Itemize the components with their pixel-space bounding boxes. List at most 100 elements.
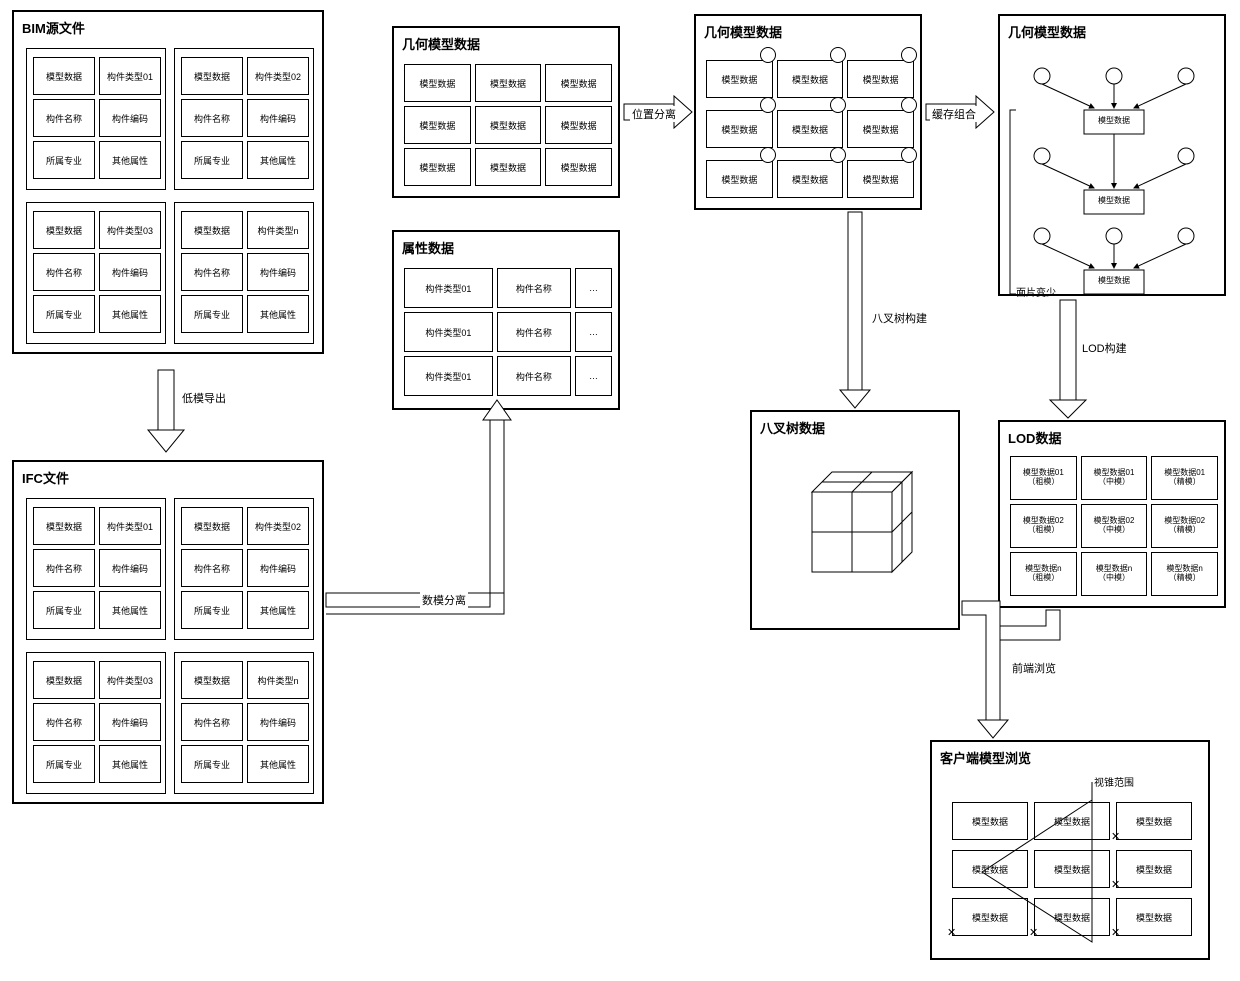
bim-panel-3: 模型数据 构件类型03 构件名称 构件编码 所属专业 其他属性 <box>26 202 166 344</box>
cell: 模型数据02 （精模） <box>1151 504 1218 548</box>
arrow-octree-build-icon <box>840 212 870 408</box>
ifc-panel-2: 模型数据 构件类型02 构件名称 构件编码 所属专业 其他属性 <box>174 498 314 640</box>
cell: 构件类型03 <box>99 661 161 699</box>
node-icon <box>760 147 776 163</box>
node-icon <box>901 147 917 163</box>
arrow-pos-sep-label: 位置分离 <box>630 106 678 122</box>
cell: 模型数据n （粗模） <box>1010 552 1077 596</box>
cell: 构件类型01 <box>99 57 161 95</box>
cell: 模型数据 <box>181 661 243 699</box>
cell: 构件编码 <box>99 253 161 291</box>
node-icon <box>830 147 846 163</box>
cell: 构件编码 <box>99 703 161 741</box>
cell: 其他属性 <box>247 745 309 783</box>
bim-panel-4-grid: 模型数据 构件类型n 构件名称 构件编码 所属专业 其他属性 <box>181 211 309 333</box>
cell: 构件名称 <box>181 253 243 291</box>
cell: 构件名称 <box>181 99 243 137</box>
node-icon <box>901 47 917 63</box>
cell: 模型数据 <box>847 160 914 198</box>
attr-grid: 构件类型01 构件名称 … 构件类型01 构件名称 … 构件类型01 构件名称 … <box>404 268 612 396</box>
cell: … <box>575 268 612 308</box>
cell: 模型数据 <box>33 57 95 95</box>
cell: 构件编码 <box>247 253 309 291</box>
cell: 模型数据 <box>404 64 471 102</box>
cell: 模型数据02 （中模） <box>1081 504 1148 548</box>
cell: 构件名称 <box>33 703 95 741</box>
geo3-tree-icon <box>1000 16 1228 298</box>
cell: 构件名称 <box>497 312 571 352</box>
cell: 其他属性 <box>247 591 309 629</box>
geo1-box: 几何模型数据 模型数据 模型数据 模型数据 模型数据 模型数据 模型数据 模型数… <box>392 26 620 198</box>
geo1-title: 几何模型数据 <box>394 28 618 55</box>
lod-grid: 模型数据01 （粗模） 模型数据01 （中模） 模型数据01 （精模） 模型数据… <box>1010 456 1218 596</box>
bim-panel-2-grid: 模型数据 构件类型02 构件名称 构件编码 所属专业 其他属性 <box>181 57 309 179</box>
cell: 构件类型03 <box>99 211 161 249</box>
cell: 其他属性 <box>99 591 161 629</box>
bim-panel-1-grid: 模型数据 构件类型01 构件名称 构件编码 所属专业 其他属性 <box>33 57 161 179</box>
cell: 模型数据 <box>33 211 95 249</box>
cell: 模型数据n （精模） <box>1151 552 1218 596</box>
ifc-panel-1-grid: 模型数据 构件类型01 构件名称 构件编码 所属专业 其他属性 <box>33 507 161 629</box>
cell: 其他属性 <box>99 745 161 783</box>
attr-title: 属性数据 <box>394 232 618 259</box>
cell: 构件名称 <box>497 268 571 308</box>
cell: 模型数据n （中模） <box>1081 552 1148 596</box>
node-icon <box>830 47 846 63</box>
cell: 构件名称 <box>33 253 95 291</box>
cell: 模型数据 <box>847 110 914 148</box>
arrow-frontend-view-label: 前端浏览 <box>1010 660 1058 676</box>
bim-panel-3-grid: 模型数据 构件类型03 构件名称 构件编码 所属专业 其他属性 <box>33 211 161 333</box>
octree-box: 八叉树数据 <box>750 410 960 630</box>
frustum-icon <box>932 742 1212 962</box>
octree-title: 八叉树数据 <box>752 412 958 439</box>
cell: 模型数据 <box>777 110 844 148</box>
cell: 模型数据 <box>545 148 612 186</box>
arrow-cache-combine-label: 缓存组合 <box>930 106 978 122</box>
cell: 模型数据 <box>847 60 914 98</box>
ifc-panel-3-grid: 模型数据 构件类型03 构件名称 构件编码 所属专业 其他属性 <box>33 661 161 783</box>
cell: 其他属性 <box>247 295 309 333</box>
cell: 构件名称 <box>33 549 95 587</box>
cell: 构件名称 <box>33 99 95 137</box>
cell: 所属专业 <box>33 295 95 333</box>
bim-panel-1: 模型数据 构件类型01 构件名称 构件编码 所属专业 其他属性 <box>26 48 166 190</box>
bim-panel-4: 模型数据 构件类型n 构件名称 构件编码 所属专业 其他属性 <box>174 202 314 344</box>
ifc-panel-1: 模型数据 构件类型01 构件名称 构件编码 所属专业 其他属性 <box>26 498 166 640</box>
geo2-grid: 模型数据 模型数据 模型数据 模型数据 模型数据 模型数据 模型数据 模型数据 … <box>706 60 914 198</box>
ifc-box: IFC文件 模型数据 构件类型01 构件名称 构件编码 所属专业 其他属性 模型… <box>12 460 324 804</box>
cell: 构件类型02 <box>247 57 309 95</box>
lod-box: LOD数据 模型数据01 （粗模） 模型数据01 （中模） 模型数据01 （精模… <box>998 420 1226 608</box>
cell: 模型数据 <box>404 148 471 186</box>
geo2-box: 几何模型数据 模型数据 模型数据 模型数据 模型数据 模型数据 模型数据 模型数… <box>694 14 922 210</box>
ifc-panel-2-grid: 模型数据 构件类型02 构件名称 构件编码 所属专业 其他属性 <box>181 507 309 629</box>
cell: 其他属性 <box>247 141 309 179</box>
geo3-node-3: 模型数据 <box>1086 275 1142 286</box>
arrow-low-export-icon <box>148 370 184 452</box>
cell: 模型数据 <box>545 64 612 102</box>
cell: 其他属性 <box>99 141 161 179</box>
frustum-label: 视锥范围 <box>1094 774 1134 789</box>
lod-title: LOD数据 <box>1000 422 1224 449</box>
cell: 模型数据 <box>475 106 542 144</box>
cell: 所属专业 <box>181 591 243 629</box>
arrow-data-sep-icon <box>326 400 511 614</box>
bim-panel-2: 模型数据 构件类型02 构件名称 构件编码 所属专业 其他属性 <box>174 48 314 190</box>
geo1-grid: 模型数据 模型数据 模型数据 模型数据 模型数据 模型数据 模型数据 模型数据 … <box>404 64 612 186</box>
ifc-panel-3: 模型数据 构件类型03 构件名称 构件编码 所属专业 其他属性 <box>26 652 166 794</box>
cell: … <box>575 356 612 396</box>
cell: 模型数据 <box>706 160 773 198</box>
cell: 构件类型02 <box>247 507 309 545</box>
cell: 模型数据 <box>181 57 243 95</box>
geo2-body: 模型数据 模型数据 模型数据 模型数据 模型数据 模型数据 模型数据 模型数据 … <box>706 60 914 198</box>
cell: 模型数据 <box>545 106 612 144</box>
geo2-title: 几何模型数据 <box>696 16 920 43</box>
cell: 所属专业 <box>181 141 243 179</box>
geo3-note: 面片变少 <box>1016 284 1056 299</box>
cell: 模型数据 <box>777 160 844 198</box>
cell: 所属专业 <box>181 745 243 783</box>
cell: 构件编码 <box>247 703 309 741</box>
cell: 模型数据 <box>777 60 844 98</box>
cell: 模型数据01 （精模） <box>1151 456 1218 500</box>
cell: 构件编码 <box>99 99 161 137</box>
cell: 构件名称 <box>181 703 243 741</box>
